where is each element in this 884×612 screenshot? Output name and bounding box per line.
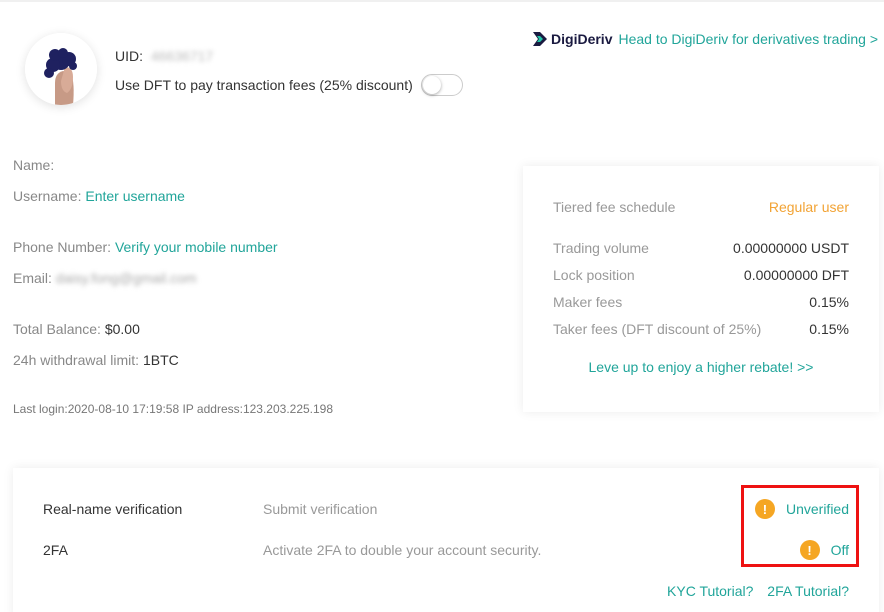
top-divider	[0, 0, 884, 2]
activate-2fa-link[interactable]: Activate 2FA to double your account secu…	[263, 542, 541, 558]
fee-schedule-label: Tiered fee schedule	[553, 199, 676, 215]
fee-row-value: 0.00000000 USDT	[733, 240, 849, 256]
kyc-tutorial-link[interactable]: KYC Tutorial?	[667, 583, 753, 599]
fee-row: Trading volume 0.00000000 USDT	[553, 240, 849, 256]
dft-fee-toggle[interactable]	[420, 74, 463, 96]
balance-label: Total Balance:	[13, 321, 101, 337]
digideriv-logo-icon	[533, 32, 548, 46]
fee-row-label: Trading volume	[553, 240, 649, 256]
digideriv-link[interactable]: DigiDeriv Head to DigiDeriv for derivati…	[532, 31, 878, 47]
fee-row-value: 0.00000000 DFT	[743, 267, 849, 283]
submit-verification-link[interactable]: Submit verification	[263, 501, 377, 517]
dft-fee-row: Use DFT to pay transaction fees (25% dis…	[115, 74, 463, 96]
avatar-illustration-icon	[25, 33, 97, 105]
avatar[interactable]	[25, 33, 97, 105]
fee-row: Taker fees (DFT discount of 25%) 0.15%	[553, 321, 849, 337]
twofa-tutorial-link[interactable]: 2FA Tutorial?	[767, 583, 849, 599]
toggle-knob	[422, 76, 441, 94]
user-level-badge: Regular user	[768, 199, 849, 215]
enter-username-link[interactable]: Enter username	[85, 188, 185, 204]
phone-label: Phone Number:	[13, 239, 112, 255]
email-label: Email:	[13, 270, 52, 286]
fee-row-label: Taker fees (DFT discount of 25%)	[553, 321, 762, 337]
email-row: Email: daisy.fong@gmail.com	[13, 270, 197, 286]
level-up-link[interactable]: Leve up to enjoy a higher rebate! >>	[523, 359, 879, 375]
fee-schedule-card: Tiered fee schedule Regular user Trading…	[523, 166, 879, 412]
digideriv-link-text[interactable]: Head to DigiDeriv for derivatives tradin…	[618, 31, 878, 47]
name-row: Name:	[13, 157, 54, 173]
withdraw-limit-label: 24h withdrawal limit:	[13, 352, 140, 368]
uid-row: UID: 46636717	[115, 48, 213, 64]
digideriv-logo: DigiDeriv	[532, 31, 612, 47]
withdraw-limit-row: 24h withdrawal limit: 1BTC	[13, 352, 179, 368]
withdraw-limit-value: 1BTC	[142, 352, 179, 368]
dft-fee-label: Use DFT to pay transaction fees (25% dis…	[115, 77, 413, 93]
fee-row: Lock position 0.00000000 DFT	[553, 267, 849, 283]
username-label: Username:	[13, 188, 82, 204]
balance-value: $0.00	[104, 321, 140, 337]
balance-row: Total Balance: $0.00	[13, 321, 140, 337]
username-row: Username: Enter username	[13, 188, 185, 204]
fee-row-label: Lock position	[553, 267, 635, 283]
phone-row: Phone Number: Verify your mobile number	[13, 239, 278, 255]
uid-label: UID:	[115, 48, 143, 64]
twofa-label: 2FA	[43, 542, 68, 558]
name-label: Name:	[13, 157, 55, 173]
uid-value: 46636717	[150, 48, 214, 64]
tutorial-links: KYC Tutorial? 2FA Tutorial?	[667, 583, 849, 599]
status-highlight-box	[741, 485, 859, 567]
fee-row-label: Maker fees	[553, 294, 623, 310]
email-value: daisy.fong@gmail.com	[55, 270, 197, 286]
last-login-info: Last login:2020-08-10 17:19:58 IP addres…	[13, 402, 334, 416]
fee-schedule-header: Tiered fee schedule Regular user	[553, 199, 849, 215]
fee-row: Maker fees 0.15%	[553, 294, 849, 310]
fee-row-value: 0.15%	[809, 321, 849, 337]
verify-mobile-link[interactable]: Verify your mobile number	[115, 239, 278, 255]
realname-verification-label: Real-name verification	[43, 501, 183, 517]
fee-row-value: 0.15%	[809, 294, 849, 310]
digideriv-brand: DigiDeriv	[551, 31, 613, 47]
